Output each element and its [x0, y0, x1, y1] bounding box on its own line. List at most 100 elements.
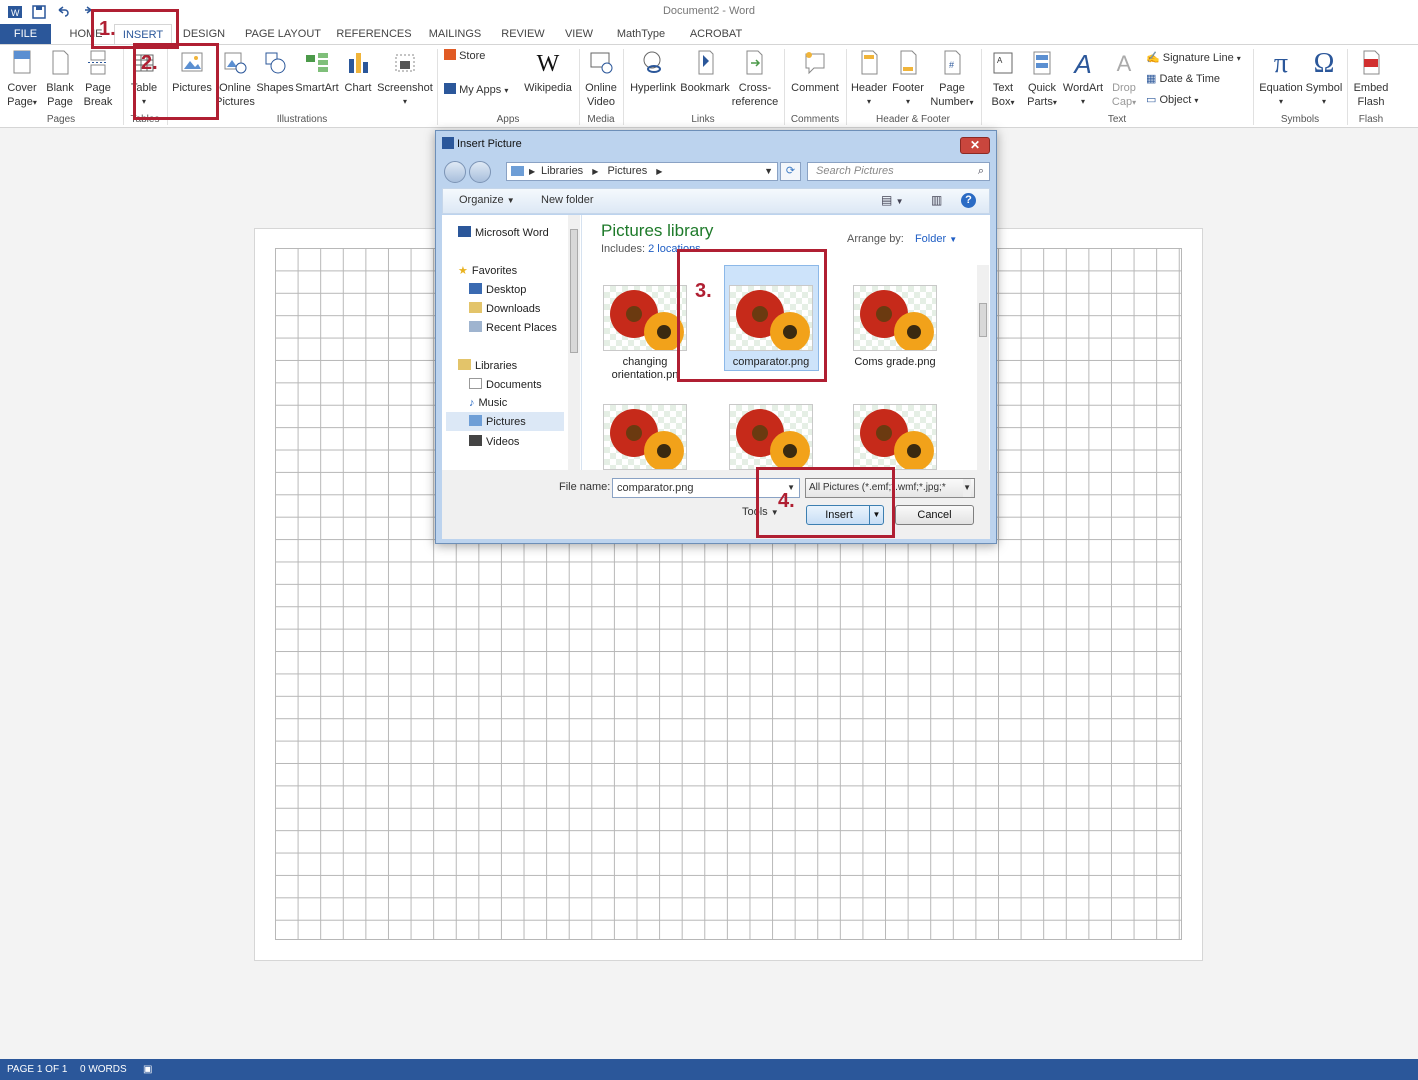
tab-mailings[interactable]: MAILINGS — [422, 24, 488, 44]
page-count[interactable]: PAGE 1 OF 1 — [7, 1059, 67, 1080]
preview-pane-icon[interactable]: ▥ — [931, 193, 942, 207]
chart-button[interactable]: Chart — [340, 49, 376, 95]
tab-review[interactable]: REVIEW — [498, 24, 548, 44]
file-thumbnail[interactable] — [729, 404, 813, 470]
my-apps-button[interactable]: My Apps ▾ — [444, 83, 522, 98]
nav-item-downloads[interactable]: Downloads — [469, 302, 540, 315]
wordart-button[interactable]: A WordArt ▾ — [1062, 49, 1104, 109]
screenshot-button[interactable]: Screenshot ▾ — [376, 49, 434, 109]
new-folder-button[interactable]: New folder — [541, 194, 594, 206]
file-thumbnail[interactable] — [853, 285, 937, 351]
file-thumbnail[interactable] — [603, 404, 687, 470]
nav-item-videos[interactable]: Videos — [469, 435, 519, 448]
address-dropdown-icon[interactable]: ▼ — [764, 163, 773, 180]
address-bar[interactable]: ▶ Libraries ▶ Pictures ▶ ▼ — [506, 162, 778, 181]
text-box-button[interactable]: A Text Box▾ — [985, 49, 1021, 110]
nav-item-favorites[interactable]: ★ Favorites — [458, 264, 517, 277]
online-video-button[interactable]: Online Video — [581, 49, 621, 109]
forward-arrow-icon[interactable] — [469, 161, 491, 183]
nav-item-pictures[interactable]: Pictures — [446, 412, 564, 431]
equation-button[interactable]: π Equation ▾ — [1256, 49, 1306, 109]
nav-item-microsoft-word[interactable]: Microsoft Word — [458, 226, 549, 239]
tab-view[interactable]: VIEW — [558, 24, 600, 44]
page-break-button[interactable]: Page Break — [78, 49, 118, 109]
object-button[interactable]: ▭ Object ▾ — [1146, 93, 1250, 108]
file-list-scrollbar[interactable] — [977, 265, 989, 470]
object-label: Object — [1159, 94, 1192, 106]
page-number-label-2: Number▾ — [927, 95, 977, 110]
tab-design[interactable]: DESIGN — [180, 24, 228, 44]
online-pictures-button[interactable]: Online Pictures — [214, 49, 256, 109]
cover-page-button[interactable]: Cover Page▾ — [2, 49, 42, 110]
page-number-label-2-text: Number — [930, 96, 970, 108]
signature-line-button[interactable]: ✍ Signature Line ▾ — [1146, 51, 1250, 66]
status-bar: PAGE 1 OF 1 0 WORDS ▣ — [0, 1059, 1418, 1080]
footer-button[interactable]: Footer ▾ — [889, 49, 927, 109]
tab-mathtype[interactable]: MathType — [608, 24, 674, 44]
store-button[interactable]: Store — [444, 49, 494, 63]
nav-item-libraries[interactable]: Libraries — [458, 359, 517, 372]
footer-dropdown-icon: ▾ — [905, 97, 910, 106]
file-thumbnail[interactable] — [853, 404, 937, 470]
downloads-icon — [469, 302, 482, 313]
nav-item-documents[interactable]: Documents — [469, 378, 542, 391]
drop-cap-dropdown-icon: ▾ — [1132, 98, 1137, 107]
nav-scrollbar[interactable] — [568, 215, 580, 470]
file-type-dropdown-icon[interactable]: ▼ — [963, 479, 971, 497]
organize-button[interactable]: Organize ▼ — [459, 194, 515, 206]
search-icon[interactable]: ⌕ — [978, 163, 984, 180]
file-list-scrollbar-thumb[interactable] — [979, 303, 987, 337]
blank-page-button[interactable]: Blank Page — [42, 49, 78, 109]
word-count[interactable]: 0 WORDS — [80, 1059, 127, 1080]
annotation-step2: 2. — [141, 52, 158, 74]
cover-page-icon — [13, 50, 31, 74]
tab-references[interactable]: REFERENCES — [336, 24, 412, 44]
quick-parts-button[interactable]: Quick Parts▾ — [1022, 49, 1062, 110]
nav-item-recent-places[interactable]: Recent Places — [469, 321, 557, 334]
signature-line-label: Signature Line — [1162, 52, 1234, 64]
view-options-icon[interactable]: ▤ ▼ — [881, 193, 904, 207]
cancel-button[interactable]: Cancel — [895, 505, 974, 525]
page-number-button[interactable]: # Page Number▾ — [927, 49, 977, 110]
nav-scrollbar-thumb[interactable] — [570, 229, 578, 353]
symbol-button[interactable]: Ω Symbol ▾ — [1304, 49, 1344, 109]
tab-page-layout[interactable]: PAGE LAYOUT — [240, 24, 326, 44]
object-icon: ▭ — [1146, 94, 1157, 106]
arrange-by-value: Folder — [914, 233, 947, 245]
back-arrow-icon[interactable] — [444, 161, 466, 183]
proofing-icon[interactable]: ▣ — [143, 1059, 152, 1080]
header-button[interactable]: Header ▾ — [849, 49, 889, 109]
smartart-button[interactable]: SmartArt — [294, 49, 340, 95]
breadcrumb-pictures[interactable]: Pictures — [607, 165, 647, 177]
drop-cap-button[interactable]: A Drop Cap▾ — [1105, 49, 1143, 110]
folder-icon — [511, 166, 524, 176]
breadcrumb-libraries[interactable]: Libraries — [541, 165, 583, 177]
screenshot-icon — [395, 54, 415, 72]
tab-file[interactable]: FILE — [0, 24, 51, 44]
help-icon[interactable]: ? — [961, 193, 976, 208]
file-name-label[interactable]: Coms grade.png — [840, 356, 950, 369]
file-thumbnail[interactable] — [603, 285, 687, 351]
date-time-button[interactable]: ▦ Date & Time — [1146, 72, 1250, 86]
arrange-by: Arrange by: Folder ▼ — [847, 233, 957, 245]
close-icon[interactable]: ✕ — [960, 137, 990, 154]
bookmark-button[interactable]: Bookmark — [679, 49, 731, 95]
my-apps-icon — [444, 83, 456, 94]
search-input[interactable]: Search Pictures ⌕ — [807, 162, 990, 181]
hyperlink-button[interactable]: Hyperlink — [627, 49, 679, 95]
nav-item-desktop[interactable]: Desktop — [469, 283, 526, 296]
arrange-by-label: Arrange by: — [847, 233, 904, 245]
store-label: Store — [459, 50, 486, 62]
annotation-step3: 3. — [695, 280, 712, 302]
cross-reference-button[interactable]: Cross-reference — [731, 49, 779, 109]
nav-item-music[interactable]: ♪ Music — [469, 397, 507, 409]
group-label-text: Text — [1107, 114, 1127, 125]
tab-acrobat[interactable]: ACROBAT — [684, 24, 748, 44]
omega-icon: Ω — [1313, 48, 1335, 79]
wikipedia-button[interactable]: W Wikipedia — [522, 49, 574, 95]
shapes-button[interactable]: Shapes — [256, 49, 294, 95]
arrange-by-dropdown[interactable]: Folder ▼ — [915, 233, 957, 245]
refresh-icon[interactable]: ⟳ — [780, 162, 801, 181]
embed-flash-button[interactable]: Embed Flash — [1350, 49, 1392, 109]
comment-button[interactable]: Comment — [788, 49, 842, 95]
